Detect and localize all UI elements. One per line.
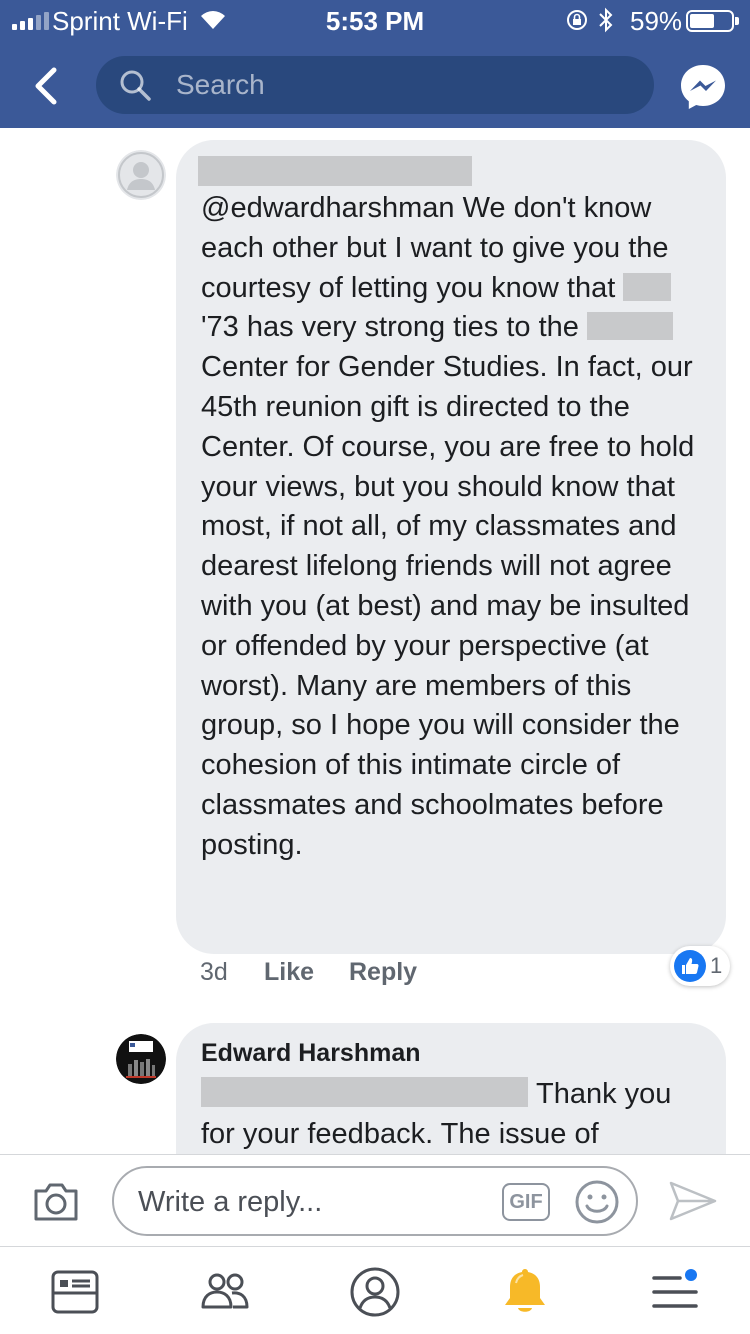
search-input[interactable] (176, 66, 636, 104)
back-chevron-icon[interactable] (28, 64, 68, 108)
tab-notifications[interactable] (498, 1265, 552, 1319)
battery-percent: 59% (630, 6, 683, 36)
redacted-text (201, 1077, 528, 1107)
comment-author[interactable]: Edward Harshman (201, 1039, 421, 1068)
comment-text: Thank you for your feedback. The issue o… (201, 1077, 672, 1150)
notifications-icon (505, 1269, 545, 1312)
reply-composer: GIF (0, 1154, 750, 1246)
reply-field[interactable]: GIF (112, 1166, 638, 1236)
default-avatar-icon (116, 150, 166, 200)
tab-menu[interactable] (648, 1265, 702, 1319)
reaction-count-value: 1 (710, 953, 723, 978)
battery-icon (686, 10, 739, 32)
redacted-text (623, 272, 672, 301)
tab-bar (0, 1246, 750, 1334)
news-feed-icon (51, 1270, 99, 1314)
bluetooth-icon (599, 7, 613, 33)
avatar[interactable] (116, 150, 166, 200)
rotation-lock-icon (567, 10, 587, 30)
redacted-text (586, 312, 673, 341)
gif-button[interactable]: GIF (502, 1183, 550, 1221)
comment-time: 3d (200, 958, 228, 986)
reaction-count[interactable]: 1 (670, 946, 731, 986)
status-bar: Sprint Wi-Fi 5:53 PM 59% (0, 0, 750, 40)
reply-input[interactable] (138, 1182, 498, 1222)
menu-icon (652, 1269, 698, 1308)
avatar[interactable] (116, 1034, 166, 1084)
search-icon (120, 70, 151, 101)
emoji-icon[interactable] (574, 1179, 620, 1225)
thumbs-up-icon (674, 950, 706, 982)
comment-text: @edwardharshman We don't know each other… (201, 192, 695, 861)
user-photo-icon (116, 1034, 166, 1084)
comment-bubble: @edwardharshman We don't know each other… (176, 140, 726, 954)
send-icon[interactable] (668, 1179, 718, 1223)
like-button[interactable]: Like (264, 958, 314, 987)
comment-bubble: Edward Harshman Thank you for your feedb… (176, 1023, 726, 1154)
messenger-icon[interactable] (678, 62, 728, 112)
tab-news-feed[interactable] (48, 1265, 102, 1319)
camera-icon[interactable] (32, 1181, 80, 1223)
friends-icon (201, 1273, 249, 1309)
tab-friends[interactable] (198, 1265, 252, 1319)
profile-icon (350, 1267, 400, 1317)
search-bar[interactable] (96, 56, 654, 114)
comment-thread: @edwardharshman We don't know each other… (0, 128, 750, 1154)
author-name-redacted (198, 156, 472, 186)
tab-profile[interactable] (348, 1265, 402, 1319)
top-bar: Sprint Wi-Fi 5:53 PM 59% (0, 0, 750, 128)
reply-button[interactable]: Reply (349, 958, 417, 987)
